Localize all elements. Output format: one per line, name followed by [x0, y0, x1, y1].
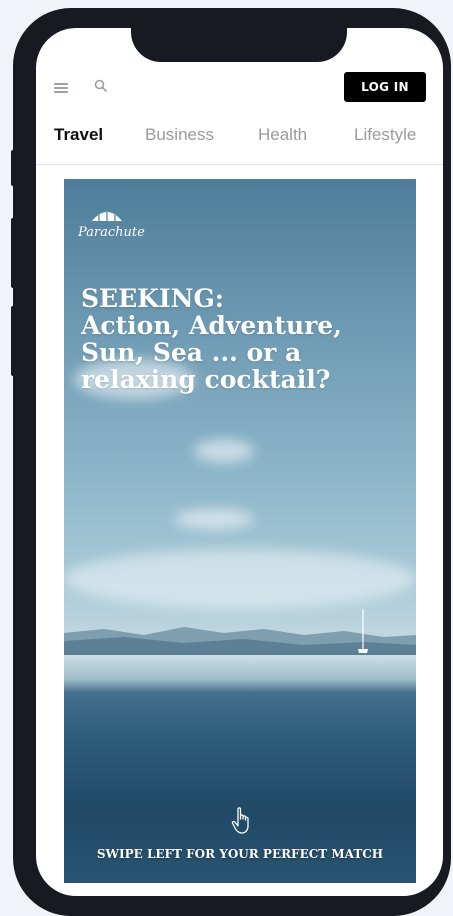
cloud-bank: [64, 549, 416, 609]
tab-lifestyle[interactable]: Lifestyle: [354, 125, 416, 145]
swipe-cta: SWIPE LEFT FOR YOUR PERFECT MATCH: [96, 847, 384, 861]
headline-line: relaxing cocktail?: [81, 365, 331, 394]
cloud: [194, 439, 254, 463]
login-button[interactable]: LOG IN: [344, 72, 426, 102]
cloud: [174, 509, 254, 529]
parachute-icon: [92, 210, 122, 221]
hand-pointer-icon: [230, 807, 254, 835]
sailboat: [358, 609, 368, 653]
tab-health[interactable]: Health: [258, 125, 307, 145]
top-bar: LOG IN: [36, 68, 443, 108]
side-button-volume-up: [11, 218, 15, 288]
tab-business[interactable]: Business: [145, 125, 214, 145]
hero-ad-card[interactable]: Parachute SEEKING: Action, Adventure, Su…: [64, 179, 416, 883]
side-button-mute: [11, 150, 15, 186]
phone-notch: [131, 28, 347, 62]
search-icon[interactable]: [94, 79, 108, 93]
brand-name: Parachute: [78, 225, 145, 240]
headline-line: SEEKING:: [81, 284, 225, 313]
phone-screen: LOG IN Travel Business Health Lifestyle: [36, 28, 443, 896]
headline-line: Sun, Sea ... or a: [81, 338, 302, 367]
headline-line: Action, Adventure,: [81, 311, 342, 340]
side-button-volume-down: [11, 306, 15, 376]
hero-headline: SEEKING: Action, Adventure, Sun, Sea ...…: [81, 285, 411, 393]
brand-logo: Parachute: [78, 207, 148, 247]
category-tabs: Travel Business Health Lifestyle: [36, 108, 443, 165]
tab-travel[interactable]: Travel: [54, 125, 103, 145]
hamburger-icon[interactable]: [54, 83, 68, 93]
